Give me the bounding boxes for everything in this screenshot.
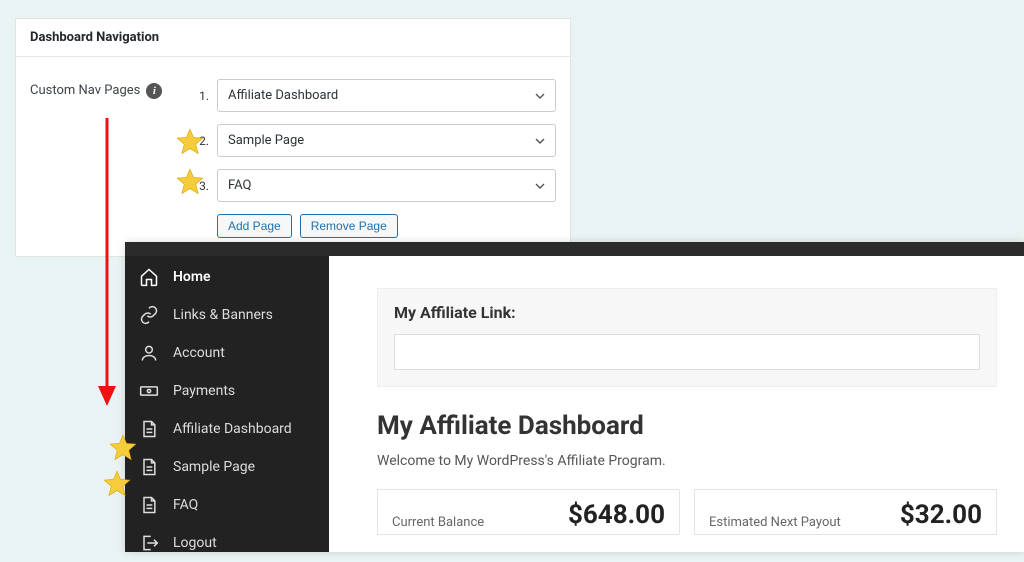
home-icon	[139, 267, 159, 287]
page-num: 2.	[195, 134, 209, 148]
stat-current-balance: Current Balance $648.00	[377, 489, 680, 535]
user-icon	[139, 343, 159, 363]
sidebar-item-label: Account	[173, 345, 225, 361]
sidebar-item-label: Logout	[173, 535, 217, 551]
document-icon	[139, 419, 159, 439]
settings-card-body: Custom Nav Pages i 1. Affiliate Dashboar…	[16, 57, 570, 256]
page-num: 3.	[195, 179, 209, 193]
sidebar-item-affiliate-dashboard[interactable]: Affiliate Dashboard	[125, 410, 329, 448]
affiliate-link-input[interactable]	[394, 334, 980, 370]
page-select-1[interactable]: Affiliate Dashboard	[217, 79, 556, 112]
page-row-3: 3. FAQ	[195, 169, 556, 202]
sidebar: Home Links & Banners Account Payments Af…	[125, 256, 329, 552]
stat-value: $648.00	[568, 500, 665, 530]
stat-next-payout: Estimated Next Payout $32.00	[694, 489, 997, 535]
custom-nav-label: Custom Nav Pages	[30, 83, 140, 98]
stat-row: Current Balance $648.00 Estimated Next P…	[377, 489, 997, 535]
document-icon	[139, 457, 159, 477]
sidebar-item-label: Home	[173, 269, 211, 285]
dashboard-heading: My Affiliate Dashboard	[377, 411, 997, 441]
stat-label: Estimated Next Payout	[709, 515, 841, 530]
page-select-value: Affiliate Dashboard	[228, 88, 338, 103]
dashboard-main: My Affiliate Link: My Affiliate Dashboar…	[329, 256, 1024, 552]
page-select-2[interactable]: Sample Page	[217, 124, 556, 157]
pages-column: 1. Affiliate Dashboard 2. Sample Page 3.…	[195, 79, 556, 238]
sidebar-item-label: Affiliate Dashboard	[173, 421, 292, 437]
page-row-1: 1. Affiliate Dashboard	[195, 79, 556, 112]
sidebar-item-payments[interactable]: Payments	[125, 372, 329, 410]
sidebar-item-sample-page[interactable]: Sample Page	[125, 448, 329, 486]
page-select-value: FAQ	[228, 178, 251, 193]
sidebar-item-links[interactable]: Links & Banners	[125, 296, 329, 334]
settings-card-title: Dashboard Navigation	[16, 19, 570, 57]
page-buttons: Add Page Remove Page	[217, 214, 556, 238]
dashboard-subtext: Welcome to My WordPress's Affiliate Prog…	[377, 453, 997, 469]
sidebar-item-faq[interactable]: FAQ	[125, 486, 329, 524]
sidebar-item-account[interactable]: Account	[125, 334, 329, 372]
sidebar-item-label: Links & Banners	[173, 307, 273, 323]
sidebar-item-logout[interactable]: Logout	[125, 524, 329, 562]
affiliate-link-title: My Affiliate Link:	[394, 303, 980, 322]
settings-label: Custom Nav Pages i	[30, 79, 195, 238]
affiliate-dashboard-window: Home Links & Banners Account Payments Af…	[125, 242, 1024, 552]
page-row-2: 2. Sample Page	[195, 124, 556, 157]
affiliate-link-box: My Affiliate Link:	[377, 288, 997, 387]
page-select-value: Sample Page	[228, 133, 304, 148]
add-page-button[interactable]: Add Page	[217, 214, 292, 238]
document-icon	[139, 495, 159, 515]
info-icon[interactable]: i	[146, 83, 162, 99]
chevron-down-icon	[535, 93, 545, 99]
sidebar-item-label: Payments	[173, 383, 235, 399]
sidebar-item-label: FAQ	[173, 497, 198, 513]
sidebar-item-home[interactable]: Home	[125, 258, 329, 296]
page-num: 1.	[195, 89, 209, 103]
chevron-down-icon	[535, 138, 545, 144]
stat-label: Current Balance	[392, 515, 484, 530]
chevron-down-icon	[535, 183, 545, 189]
stat-value: $32.00	[900, 500, 982, 530]
logout-icon	[139, 533, 159, 553]
settings-card: Dashboard Navigation Custom Nav Pages i …	[15, 18, 571, 257]
sidebar-item-label: Sample Page	[173, 459, 255, 475]
remove-page-button[interactable]: Remove Page	[300, 214, 398, 238]
link-icon	[139, 305, 159, 325]
cash-icon	[139, 381, 159, 401]
page-select-3[interactable]: FAQ	[217, 169, 556, 202]
